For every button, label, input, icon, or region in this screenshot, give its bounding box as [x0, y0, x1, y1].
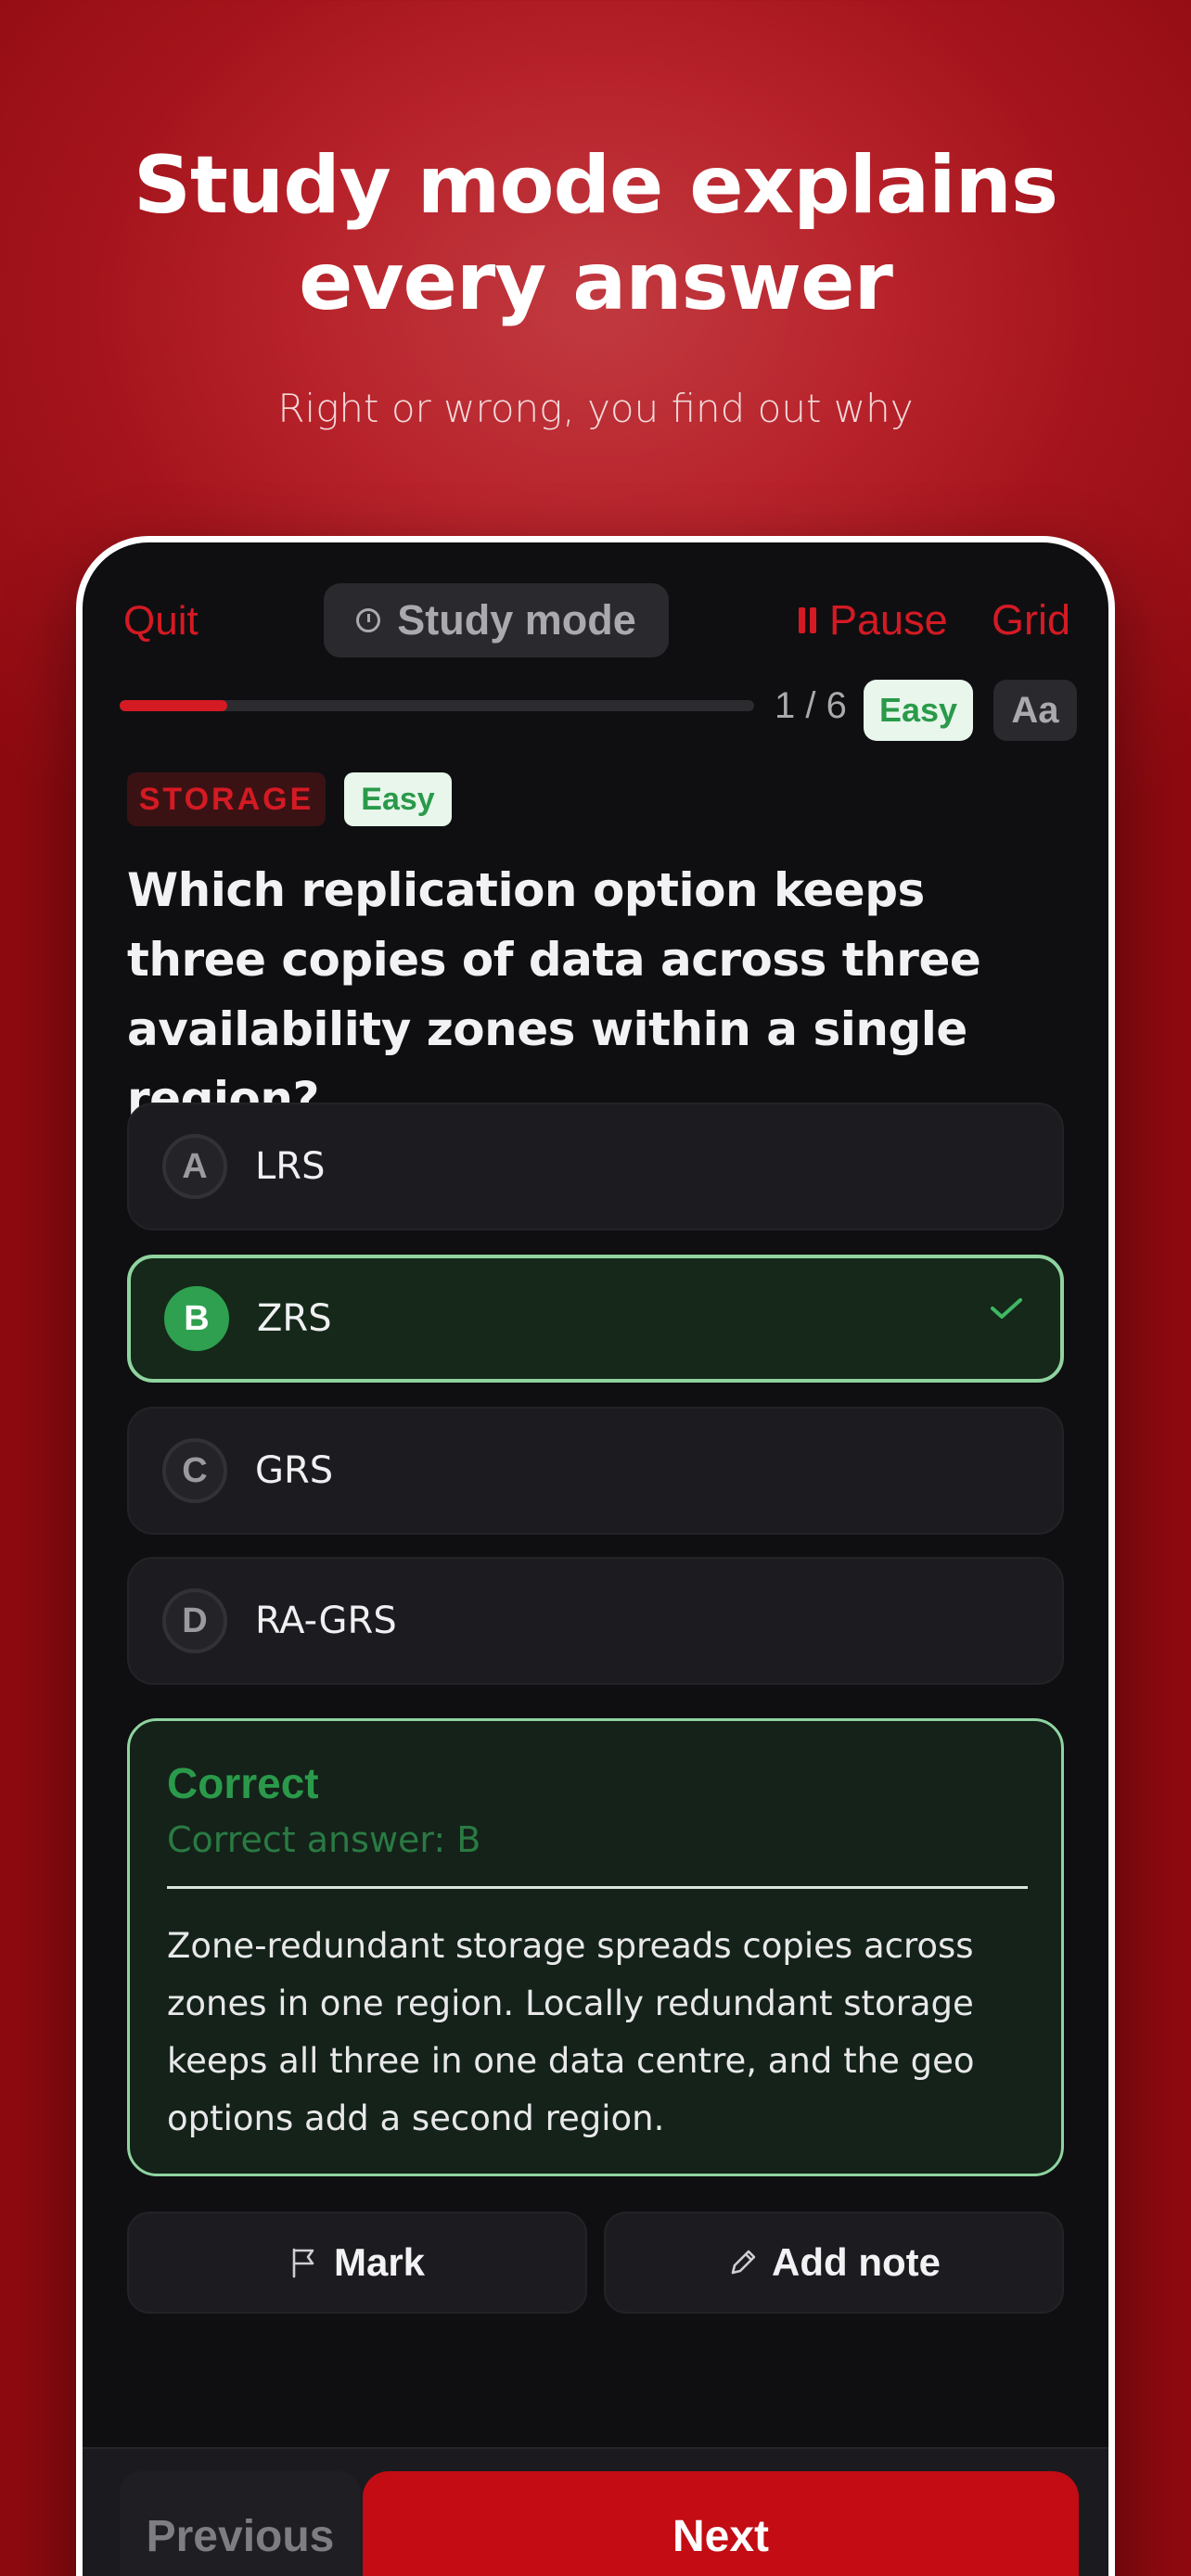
difficulty-tag: Easy	[344, 772, 452, 826]
option-text: LRS	[255, 1145, 326, 1188]
option-letter: D	[162, 1588, 227, 1653]
option-c[interactable]: C GRS	[127, 1407, 1064, 1535]
progress-bar-fill	[120, 700, 228, 711]
option-text: RA-GRS	[255, 1600, 397, 1642]
phone-frame: Quit Study mode Pause Grid 1 / 6 Easy Aa…	[76, 536, 1115, 2576]
flag-icon	[292, 2248, 314, 2278]
add-note-label: Add note	[772, 2240, 941, 2284]
feedback-answer: Correct answer: B	[167, 1819, 481, 1860]
pause-button[interactable]: Pause	[799, 596, 948, 644]
pause-icon	[799, 607, 816, 633]
hero-title-line2: every answer	[299, 236, 893, 328]
study-mode-pill[interactable]: Study mode	[324, 583, 669, 657]
add-note-button[interactable]: Add note	[604, 2212, 1064, 2314]
feedback-panel: Correct Correct answer: B Zone-redundant…	[127, 1718, 1064, 2176]
mark-button[interactable]: Mark	[127, 2212, 587, 2314]
option-b[interactable]: B ZRS	[127, 1255, 1064, 1383]
question-text: Which replication option keeps three cop…	[127, 863, 981, 1126]
checkmark-icon	[991, 1298, 1022, 1319]
option-text: ZRS	[257, 1297, 332, 1340]
stopwatch-icon	[356, 608, 381, 632]
option-letter: C	[162, 1438, 227, 1503]
pause-label: Pause	[829, 596, 948, 644]
pencil-icon	[731, 2250, 756, 2275]
option-a[interactable]: A LRS	[127, 1103, 1064, 1231]
mark-label: Mark	[333, 2240, 426, 2284]
difficulty-pill[interactable]: Easy	[864, 680, 973, 741]
hero-subtitle: Right or wrong, you find out why	[277, 386, 914, 431]
hero-title: Study mode explains every answer	[0, 137, 1191, 330]
option-text: GRS	[255, 1449, 334, 1492]
feedback-explanation: Zone-redundant storage spreads copies ac…	[167, 1926, 975, 2138]
progress-bar	[120, 700, 754, 711]
question-counter: 1 / 6	[775, 685, 847, 726]
previous-button[interactable]: Previous	[120, 2471, 361, 2576]
hero-title-line1: Study mode explains	[133, 139, 1058, 232]
study-mode-label: Study mode	[397, 596, 636, 644]
next-button[interactable]: Next	[363, 2471, 1079, 2576]
feedback-title: Correct	[167, 1759, 319, 1807]
quit-button[interactable]: Quit	[123, 598, 198, 644]
feedback-divider	[167, 1886, 1028, 1889]
option-d[interactable]: D RA-GRS	[127, 1557, 1064, 1685]
option-letter: B	[164, 1286, 229, 1351]
option-letter: A	[162, 1134, 227, 1199]
grid-button[interactable]: Grid	[992, 596, 1070, 644]
font-size-button[interactable]: Aa	[993, 680, 1077, 741]
category-tag: STORAGE	[127, 772, 326, 826]
